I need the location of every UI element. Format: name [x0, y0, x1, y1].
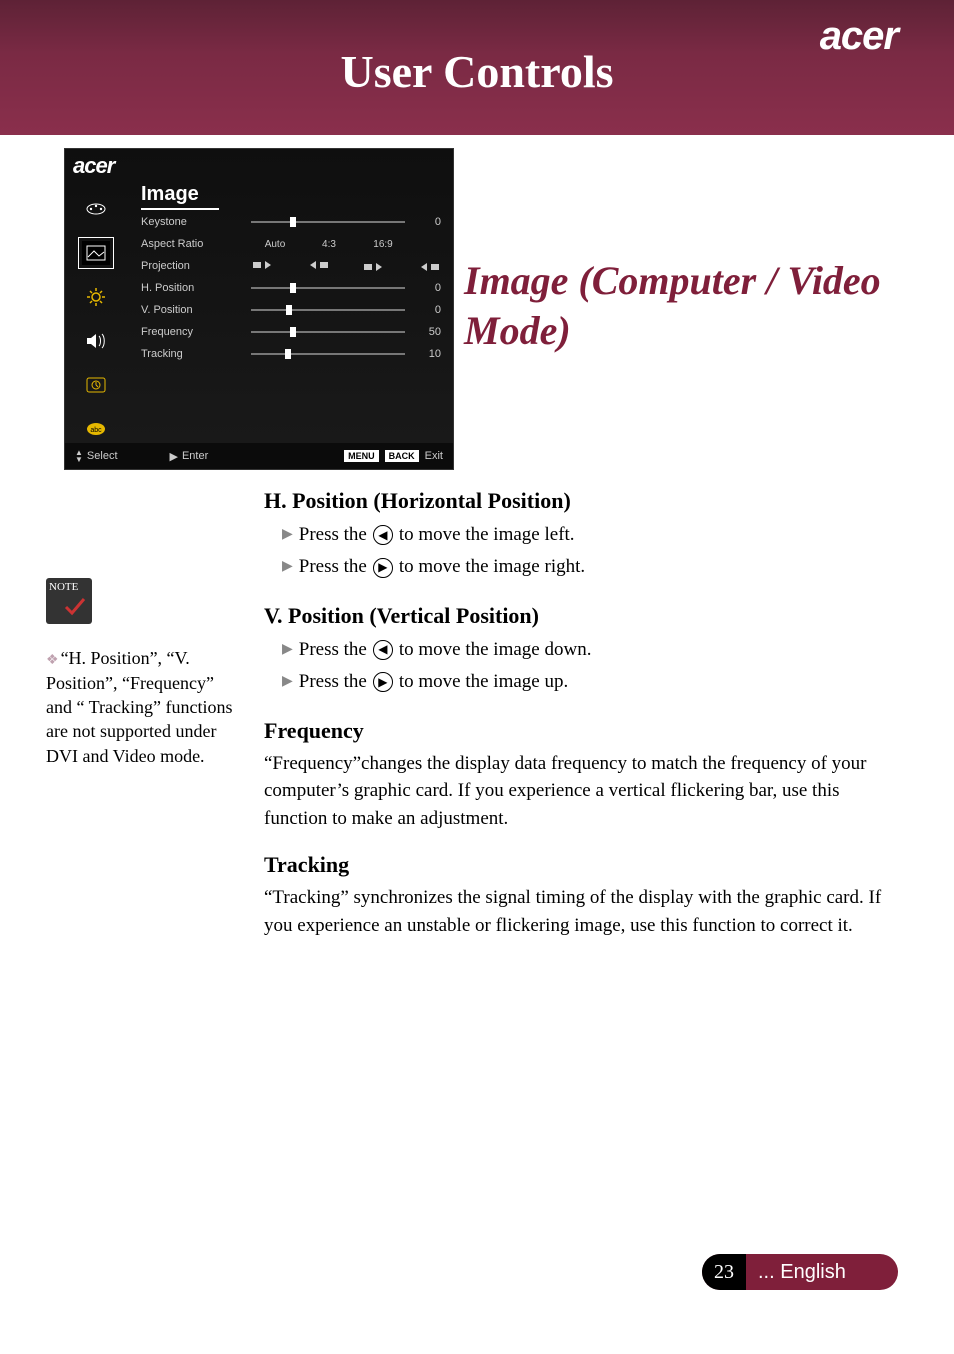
- page-footer: 23 ... English: [702, 1254, 898, 1290]
- osd-label: H. Position: [141, 282, 251, 294]
- projection-icon: [251, 258, 275, 274]
- osd-icon-image: [82, 241, 110, 265]
- text: Press the: [299, 520, 367, 550]
- left-arrow-icon: ◀: [373, 640, 393, 660]
- text: to move the image right.: [399, 552, 585, 582]
- frequency-body: “Frequency”changes the display data freq…: [264, 750, 884, 833]
- osd-icon-audio: [82, 329, 110, 353]
- list-item: ▶ Press the ▶ to move the image right.: [282, 552, 884, 582]
- right-arrow-icon: ▶: [373, 672, 393, 692]
- osd-row-hpos: H. Position 0: [141, 277, 441, 299]
- text: to move the image left.: [399, 520, 575, 550]
- right-icon: ▶: [170, 450, 178, 463]
- projection-icon: [362, 258, 386, 274]
- page-language: ... English: [758, 1261, 846, 1284]
- slider-icon: [251, 331, 405, 333]
- bullet-icon: ▶: [282, 639, 293, 661]
- content: H. Position (Horizontal Position) ▶ Pres…: [264, 484, 884, 959]
- tracking-title: Tracking: [264, 852, 884, 878]
- text: Press the: [299, 635, 367, 665]
- osd-label: Tracking: [141, 348, 251, 360]
- osd-sidebar: abc: [65, 183, 127, 443]
- osd-enter: Enter: [182, 450, 208, 462]
- bullet-icon: ▶: [282, 671, 293, 693]
- osd-brand: acer: [73, 153, 114, 179]
- osd-value: 0: [417, 216, 441, 228]
- osd-row-projection: Projection: [141, 255, 441, 277]
- list-item: ▶ Press the ▶ to move the image up.: [282, 667, 884, 697]
- right-arrow-icon: ▶: [373, 558, 393, 578]
- svg-text:abc: abc: [90, 427, 102, 434]
- osd-label: Projection: [141, 260, 251, 272]
- text: to move the image up.: [399, 667, 568, 697]
- v-position-block: V. Position (Vertical Position) ▶ Press …: [264, 603, 884, 698]
- osd-value: 10: [417, 348, 441, 360]
- osd-title: Image: [141, 183, 219, 210]
- osd-icon-timer: [82, 373, 110, 397]
- page-number: 23: [702, 1254, 746, 1290]
- osd-value: 0: [417, 282, 441, 294]
- osd-icon-color: [82, 197, 110, 221]
- h-position-title: H. Position (Horizontal Position): [264, 488, 884, 514]
- page-title: User Controls: [0, 45, 954, 98]
- osd-row-freq: Frequency 50: [141, 321, 441, 343]
- frequency-block: Frequency “Frequency”changes the display…: [264, 718, 884, 833]
- slider-icon: [251, 353, 405, 355]
- osd-value: 50: [417, 326, 441, 338]
- frequency-title: Frequency: [264, 718, 884, 744]
- slider-icon: [251, 221, 405, 223]
- osd-icon-language: abc: [82, 417, 110, 441]
- slider-icon: [251, 309, 405, 311]
- bullet-icon: ▶: [282, 524, 293, 546]
- diamond-icon: ❖: [46, 653, 59, 668]
- tracking-body: “Tracking” synchronizes the signal timin…: [264, 884, 884, 939]
- list-item: ▶ Press the ◀ to move the image left.: [282, 520, 884, 550]
- note-icon: NOTE: [46, 578, 92, 624]
- note-badge-label: NOTE: [49, 581, 78, 593]
- osd-bottom-bar: ▲▼ Select ▶ Enter MENU BACK Exit: [65, 443, 453, 469]
- osd-back: BACK: [385, 450, 419, 462]
- osd-exit: Exit: [425, 450, 443, 462]
- updown-icon: ▲▼: [75, 449, 83, 463]
- h-position-block: H. Position (Horizontal Position) ▶ Pres…: [264, 488, 884, 583]
- osd-row-aspect: Aspect Ratio Auto 4:3 16:9: [141, 233, 441, 255]
- osd-row-track: Tracking 10: [141, 343, 441, 365]
- osd-icon-management: [82, 285, 110, 309]
- left-arrow-icon: ◀: [373, 525, 393, 545]
- projection-icon: [306, 258, 330, 274]
- osd-screenshot: acer abc Image Keystone 0 Aspect Ratio A: [64, 148, 454, 470]
- osd-opt: 4:3: [305, 239, 353, 250]
- note-text: ❖“H. Position”, “V. Position”, “Frequenc…: [46, 646, 242, 768]
- note-body: “H. Position”, “V. Position”, “Frequency…: [46, 648, 232, 766]
- text: to move the image down.: [399, 635, 592, 665]
- osd-label: V. Position: [141, 304, 251, 316]
- v-position-title: V. Position (Vertical Position): [264, 603, 884, 629]
- section-title: Image (Computer / Video Mode): [464, 256, 894, 356]
- slider-icon: [251, 287, 405, 289]
- osd-opt: Auto: [251, 239, 299, 250]
- osd-opt: 16:9: [359, 239, 407, 250]
- osd-row-keystone: Keystone 0: [141, 211, 441, 233]
- osd-row-vpos: V. Position 0: [141, 299, 441, 321]
- list-item: ▶ Press the ◀ to move the image down.: [282, 635, 884, 665]
- osd-value: 0: [417, 304, 441, 316]
- osd-label: Frequency: [141, 326, 251, 338]
- tracking-block: Tracking “Tracking” synchronizes the sig…: [264, 852, 884, 939]
- osd-label: Aspect Ratio: [141, 238, 251, 250]
- osd-select: Select: [87, 450, 118, 462]
- projection-icon: [417, 258, 441, 274]
- osd-menu: MENU: [344, 450, 379, 462]
- bullet-icon: ▶: [282, 556, 293, 578]
- osd-label: Keystone: [141, 216, 251, 228]
- osd-settings-table: Keystone 0 Aspect Ratio Auto 4:3 16:9 Pr…: [141, 211, 441, 365]
- text: Press the: [299, 552, 367, 582]
- text: Press the: [299, 667, 367, 697]
